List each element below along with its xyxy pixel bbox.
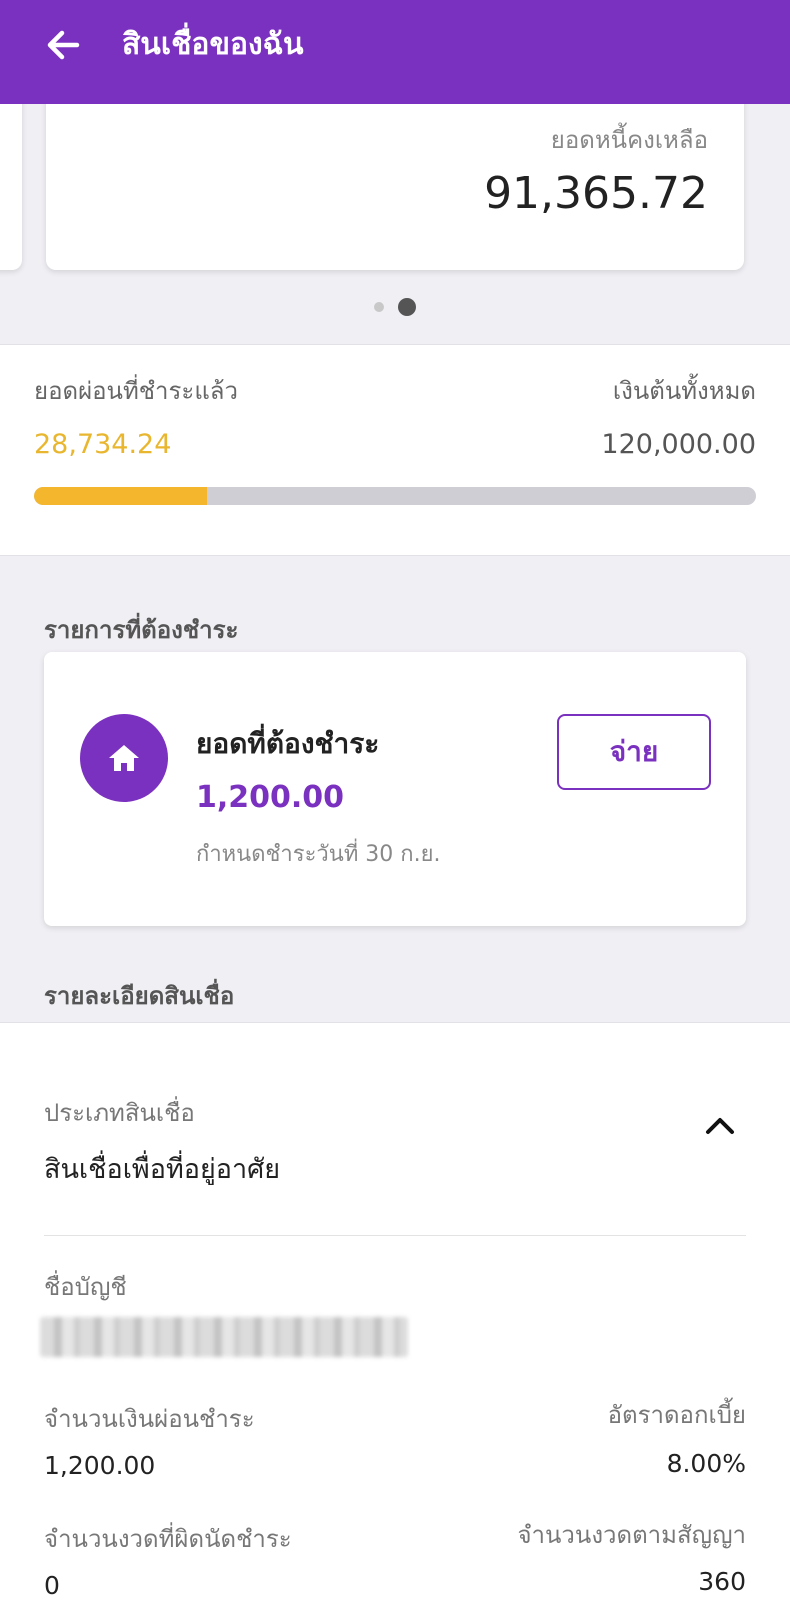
collapse-button[interactable] — [700, 1105, 740, 1145]
divider — [44, 1235, 746, 1236]
overdue-terms-label: จำนวนงวดที่ผิดนัดชำระ — [44, 1525, 292, 1553]
contract-terms-value: 360 — [698, 1567, 746, 1596]
balance-label: ยอดหนี้คงเหลือ — [550, 126, 708, 154]
overdue-terms-value: 0 — [44, 1571, 60, 1600]
app-bar: สินเชื่อของฉัน — [0, 0, 790, 104]
interest-rate-value: 8.00% — [666, 1449, 746, 1478]
pay-button[interactable]: จ่าย — [557, 714, 711, 790]
due-title: ยอดที่ต้องชำระ — [196, 727, 380, 760]
repayment-progress: ยอดผ่อนที่ชำระแล้ว เงินต้นทั้งหมด 28,734… — [0, 344, 790, 556]
carousel-indicator — [0, 298, 790, 316]
loan-details-panel: ประเภทสินเชื่อ สินเชื่อเพื่อที่อยู่อาศัย… — [0, 1022, 790, 1600]
due-amount: 1,200.00 — [196, 780, 345, 815]
previous-loan-card[interactable] — [0, 80, 22, 270]
chevron-up-icon — [706, 1118, 734, 1134]
installment-label: จำนวนเงินผ่อนชำระ — [44, 1405, 255, 1433]
contract-terms-label: จำนวนงวดตามสัญญา — [517, 1521, 746, 1549]
balance-card[interactable]: ยอดหนี้คงเหลือ 91,365.72 — [46, 80, 744, 270]
interest-rate-label: อัตราดอกเบี้ย — [607, 1401, 746, 1429]
loan-type-label: ประเภทสินเชื่อ — [44, 1099, 195, 1127]
progress-bar — [34, 487, 756, 505]
back-button[interactable] — [38, 20, 88, 70]
due-date: กำหนดชำระวันที่ 30 ก.ย. — [196, 842, 441, 867]
page-title: สินเชื่อของฉัน — [122, 27, 304, 62]
total-principal-label: เงินต้นทั้งหมด — [612, 377, 756, 405]
total-principal-value: 120,000.00 — [601, 429, 756, 460]
carousel-dot[interactable] — [374, 302, 384, 312]
loan-type-value: สินเชื่อเพื่อที่อยู่อาศัย — [44, 1154, 281, 1185]
account-name-label: ชื่อบัญชี — [44, 1273, 127, 1301]
details-section-title: รายละเอียดสินเชื่อ — [44, 982, 235, 1010]
due-section-title: รายการที่ต้องชำระ — [44, 616, 239, 644]
paid-value: 28,734.24 — [34, 429, 172, 460]
paid-label: ยอดผ่อนที่ชำระแล้ว — [34, 377, 238, 405]
home-icon-circle — [80, 714, 168, 802]
due-payment-card: ยอดที่ต้องชำระ 1,200.00 กำหนดชำระวันที่ … — [44, 652, 746, 926]
balance-value: 91,365.72 — [484, 168, 708, 219]
carousel-dot-active[interactable] — [398, 298, 416, 316]
installment-value: 1,200.00 — [44, 1451, 156, 1480]
arrow-left-icon — [47, 30, 80, 60]
account-name-redacted — [40, 1317, 408, 1357]
home-icon — [109, 745, 139, 771]
progress-bar-fill — [34, 487, 207, 505]
